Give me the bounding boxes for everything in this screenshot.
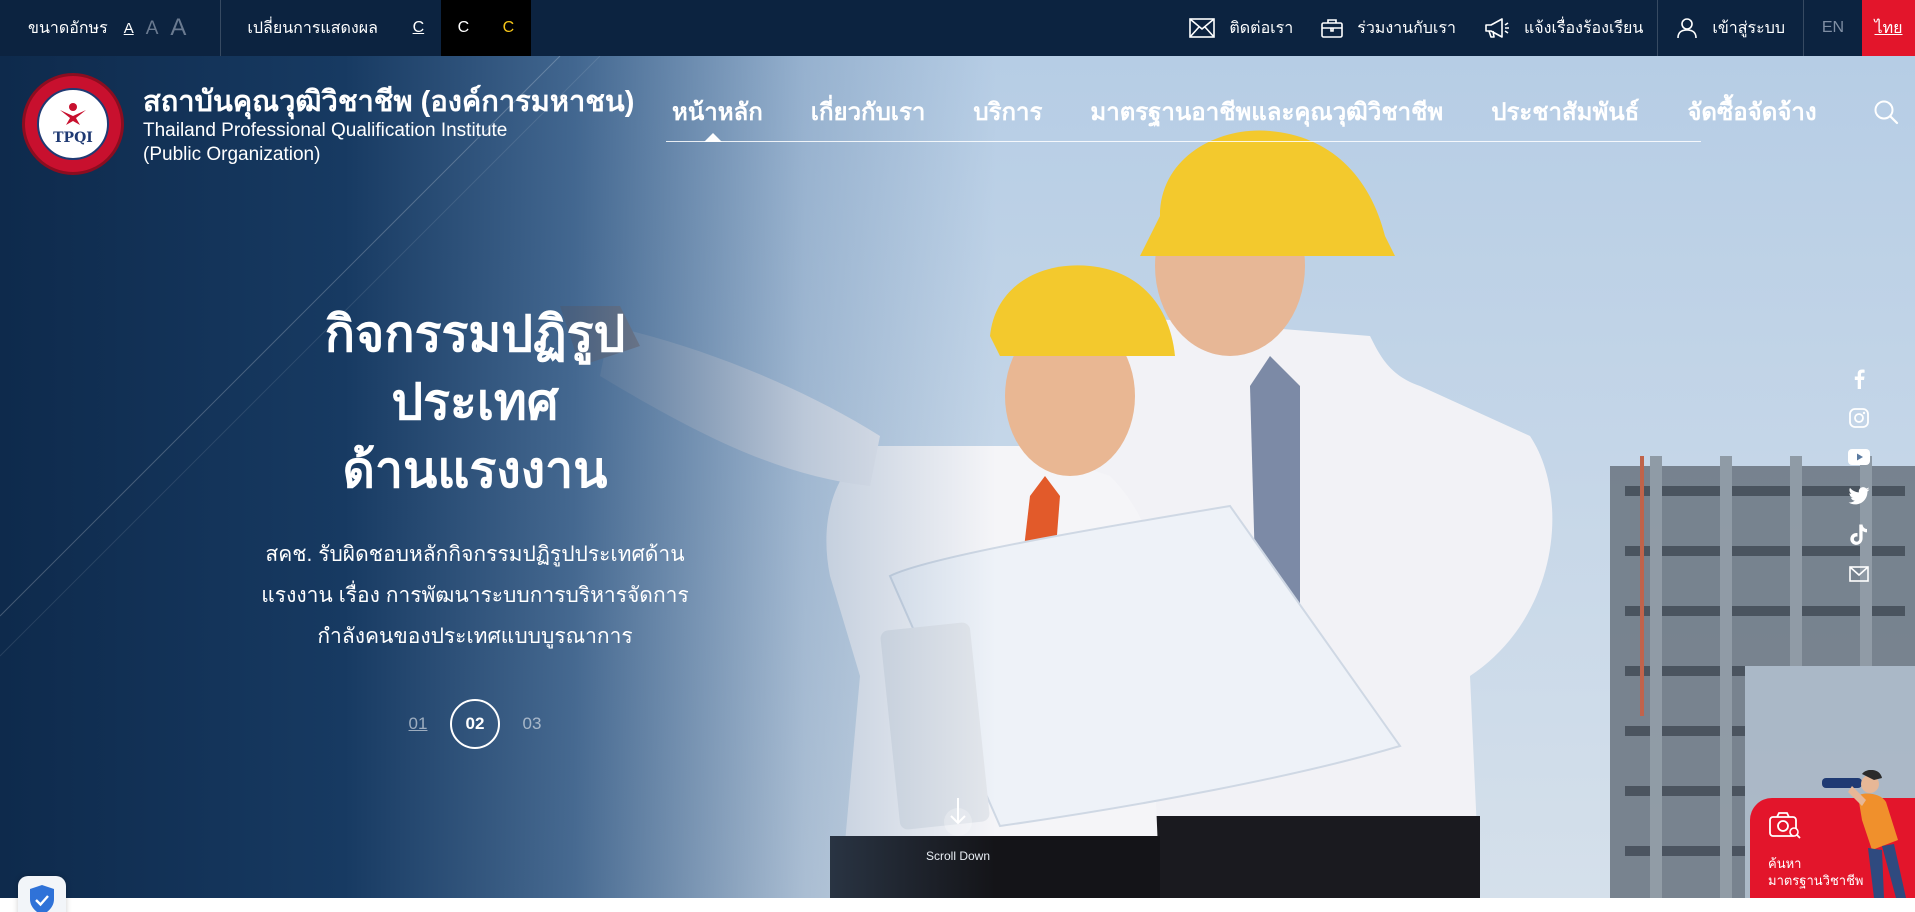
briefcase-icon	[1321, 19, 1344, 38]
contrast-black-white-button[interactable]: C	[440, 0, 486, 56]
binoculars-person-illustration	[1822, 770, 1906, 898]
shield-check-icon	[30, 885, 54, 912]
hero-title-line1: กิจกรรมปฏิรูป	[324, 306, 626, 362]
complaint-link[interactable]: แจ้งเรื่องร้องเรียน	[1470, 0, 1657, 56]
slide-pagination: 01 02 03	[390, 699, 560, 749]
slide-dot-3[interactable]: 03	[504, 714, 560, 734]
org-name-en-line1: Thailand Professional Qualification Inst…	[143, 120, 508, 141]
org-name-en-line2: (Public Organization)	[143, 144, 321, 165]
utility-links: ติดต่อเรา ร่วมงานกับเรา แจ้งเรื่องร้องเร…	[1175, 0, 1915, 56]
page-content-start	[0, 898, 1915, 912]
nav-item-procurement[interactable]: จัดซื้อจัดจ้าง	[1681, 92, 1822, 131]
lang-th-button[interactable]: ไทย	[1862, 0, 1915, 56]
hero-desc-line1: สคช. รับผิดชอบหลักกิจกรรมปฏิรูปประเทศด้า…	[265, 543, 685, 566]
nav-item-pr[interactable]: ประชาสัมพันธ์	[1485, 92, 1645, 131]
contrast-label: เปลี่ยนการแสดงผล	[247, 19, 378, 37]
hero-title-line3: ด้านแรงงาน	[342, 442, 608, 498]
complaint-label: แจ้งเรื่องร้องเรียน	[1523, 19, 1644, 37]
figure-icon	[60, 103, 86, 125]
mail-icon[interactable]	[1848, 563, 1870, 585]
arrow-down-icon	[944, 798, 972, 836]
search-button[interactable]	[1873, 99, 1899, 130]
youtube-icon[interactable]	[1848, 446, 1870, 468]
nav-item-services[interactable]: บริการ	[967, 92, 1048, 131]
contrast-black-yellow-button[interactable]: C	[485, 0, 531, 56]
user-icon	[1677, 18, 1698, 39]
font-size-label: ขนาดอักษร	[28, 19, 108, 37]
instagram-icon[interactable]	[1848, 407, 1870, 429]
nav-item-about[interactable]: เกี่ยวกับเรา	[805, 92, 932, 131]
contact-label: ติดต่อเรา	[1229, 19, 1294, 37]
tiktok-icon[interactable]	[1848, 524, 1870, 546]
search-standard-widget[interactable]: ค้นหา มาตรฐานวิชาชีพ	[1750, 770, 1915, 898]
tpqi-logo[interactable]: TPQI	[22, 73, 124, 175]
font-size-medium-button[interactable]: A	[146, 19, 159, 38]
envelope-icon	[1189, 18, 1216, 38]
contrast-controls: เปลี่ยนการแสดงผล C C C	[221, 0, 531, 56]
slide-dot-2[interactable]: 02	[450, 699, 500, 749]
slide-dot-1[interactable]: 01	[390, 714, 446, 734]
nav-item-home[interactable]: หน้าหลัก	[666, 92, 769, 131]
search-icon	[1874, 100, 1899, 125]
megaphone-icon	[1485, 18, 1509, 38]
hero-title-line2: ประเทศ	[391, 374, 559, 430]
contrast-normal-button[interactable]: C	[395, 0, 441, 56]
careers-link[interactable]: ร่วมงานกับเรา	[1307, 0, 1470, 56]
org-name-thai: สถาบันคุณวุฒิวิชาชีพ (องค์การมหาชน)	[143, 86, 635, 118]
careers-label: ร่วมงานกับเรา	[1357, 19, 1456, 37]
hero-desc-line2: แรงงาน เรื่อง การพัฒนาระบบการบริหารจัดกา…	[261, 584, 689, 607]
hero-title: กิจกรรมปฏิรูป ประเทศ ด้านแรงงาน	[240, 300, 710, 504]
font-size-small-button[interactable]: A	[124, 21, 134, 36]
nav-item-standards[interactable]: มาตรฐานอาชีพและคุณวุฒิวิชาชีพ	[1084, 92, 1449, 131]
org-name-english: Thailand Professional Qualification Inst…	[143, 119, 563, 167]
social-links	[1848, 368, 1870, 602]
logo-text: TPQI	[53, 130, 93, 146]
cookie-consent-button[interactable]	[18, 876, 66, 912]
scroll-down-button[interactable]: Scroll Down	[916, 796, 1000, 863]
logo-emblem: TPQI	[37, 88, 109, 160]
contact-link[interactable]: ติดต่อเรา	[1175, 0, 1307, 56]
active-nav-indicator	[704, 133, 722, 142]
login-label: เข้าสู่ระบบ	[1712, 19, 1785, 37]
lang-en-button[interactable]: EN	[1804, 0, 1862, 56]
login-link[interactable]: เข้าสู่ระบบ	[1657, 0, 1804, 56]
facebook-icon[interactable]	[1848, 368, 1870, 390]
camera-search-icon	[1769, 812, 1801, 839]
hero-slider: TPQI สถาบันคุณวุฒิวิชาชีพ (องค์การมหาชน)…	[0, 56, 1915, 898]
hero-desc-line3: กำลังคนของประเทศแบบบูรณาการ	[317, 625, 633, 648]
utility-bar: ขนาดอักษร A A A เปลี่ยนการแสดงผล C C C ต…	[0, 0, 1915, 56]
twitter-icon[interactable]	[1848, 485, 1870, 507]
font-size-large-button[interactable]: A	[170, 16, 186, 40]
font-size-controls: ขนาดอักษร A A A	[0, 0, 222, 56]
main-navigation: หน้าหลัก เกี่ยวกับเรา บริการ มาตรฐานอาชี…	[666, 92, 1817, 142]
scroll-down-label: Scroll Down	[925, 849, 991, 863]
hero-description: สคช. รับผิดชอบหลักกิจกรรมปฏิรูปประเทศด้า…	[240, 534, 710, 657]
